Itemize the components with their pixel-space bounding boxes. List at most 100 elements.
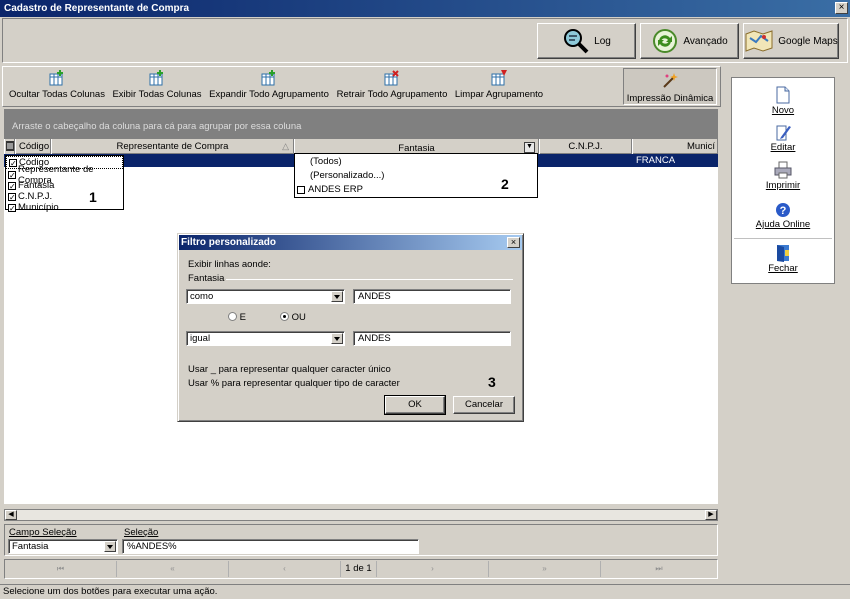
dialog-hint-underscore: Usar _ para representar qualquer caracte… [188, 364, 391, 375]
nav-prev-button[interactable]: ‹ [229, 561, 341, 577]
clear-grouping-icon [491, 70, 507, 86]
hide-columns-icon [49, 70, 63, 86]
chevron-down-icon[interactable] [331, 333, 343, 344]
help-icon: ? [776, 203, 790, 217]
dialog-hint-percent: Usar % para representar qualquer tipo de… [188, 378, 400, 389]
checkbox-unchecked-icon[interactable] [297, 185, 305, 194]
filter-option-label: ANDES ERP [308, 184, 363, 195]
advanced-label: Avançado [683, 35, 728, 47]
window-title: Cadastro de Representante de Compra [0, 0, 850, 17]
collapse-groups-icon [384, 70, 399, 86]
nav-prev-page-button[interactable]: « [117, 561, 229, 577]
online-help-label: Ajuda Online [755, 219, 811, 230]
sort-ascending-icon: △ [282, 141, 289, 151]
checkbox-checked-icon[interactable]: ✓ [8, 203, 16, 212]
show-all-columns-button[interactable]: Exibir Todas Colunas [112, 68, 202, 105]
horizontal-scrollbar[interactable] [4, 509, 718, 521]
show-columns-icon [149, 70, 163, 86]
collapse-all-groups-label: Retrair Todo Agrupamento [336, 89, 448, 100]
annotation-marker-2: 2 [501, 176, 509, 192]
radio-selected-icon[interactable] [280, 312, 289, 321]
checkbox-checked-icon[interactable]: ✓ [8, 170, 16, 179]
column-option-representante[interactable]: ✓ Representante de Compra [6, 164, 123, 186]
advanced-button[interactable]: Avançado [640, 23, 739, 59]
column-option-cnpj[interactable]: ✓ C.N.P.J. [6, 191, 123, 202]
dialog-close-button[interactable]: × [507, 237, 520, 248]
dialog-intro-label: Exibir linhas aonde: [188, 259, 271, 270]
column-header-fantasia[interactable]: Fantasia ▼ [294, 139, 539, 154]
expand-all-groups-label: Expandir Todo Agrupamento [209, 89, 329, 100]
value-1-input[interactable]: ANDES [353, 289, 511, 304]
print-button[interactable]: Imprimir [731, 161, 835, 191]
magic-wand-icon [663, 73, 678, 88]
dynamic-print-button[interactable]: Impressão Dinâmica [623, 68, 717, 105]
new-document-icon [776, 86, 790, 104]
selection-field-value: Fantasia [12, 541, 49, 552]
column-header-representante[interactable]: Representante de Compra △ [51, 139, 294, 154]
clear-grouping-button[interactable]: Limpar Agrupamento [454, 68, 544, 105]
operator-1-value: como [190, 291, 214, 302]
show-all-columns-label: Exibir Todas Colunas [112, 89, 202, 100]
nav-next-button[interactable]: › [377, 561, 489, 577]
online-help-button[interactable]: ? Ajuda Online [731, 202, 835, 230]
radio-ou[interactable]: OU [280, 312, 306, 323]
chevron-down-icon[interactable] [104, 541, 116, 552]
filter-dropdown-icon[interactable]: ▼ [524, 142, 535, 153]
window-close-button[interactable]: × [835, 2, 848, 14]
nav-first-button[interactable]: ⏮ [5, 561, 117, 577]
column-chooser-button[interactable] [4, 139, 15, 154]
scroll-left-arrow[interactable]: ◀ [5, 510, 17, 520]
operator-1-select[interactable]: como [186, 289, 345, 304]
dialog-title: Filtro personalizado [179, 235, 522, 250]
column-option-label: Município [18, 202, 59, 213]
filter-option-andes-erp[interactable]: ANDES ERP [297, 184, 363, 195]
magnifier-log-icon [564, 29, 589, 54]
log-label: Log [594, 35, 611, 47]
expand-all-groups-button[interactable]: Expandir Todo Agrupamento [208, 68, 330, 105]
radio-unselected-icon[interactable] [228, 312, 237, 321]
cancel-button[interactable]: Cancelar [453, 396, 515, 414]
operator-2-select[interactable]: igual [186, 331, 345, 346]
column-header-codigo[interactable]: Código [15, 139, 51, 154]
close-form-label: Fechar [768, 263, 798, 274]
radio-e[interactable]: E [228, 312, 246, 323]
value-2-input[interactable]: ANDES [353, 331, 511, 346]
selection-input[interactable]: %ANDES% [122, 539, 419, 554]
checkbox-checked-icon[interactable]: ✓ [9, 158, 17, 167]
collapse-all-groups-button[interactable]: Retrair Todo Agrupamento [336, 68, 448, 105]
annotation-marker-3: 3 [488, 374, 496, 390]
nav-last-button[interactable]: ⏭ [601, 561, 717, 577]
hide-all-columns-label: Ocultar Todas Colunas [9, 89, 105, 100]
column-header-cnpj[interactable]: C.N.P.J. [539, 139, 632, 154]
column-option-label: Fantasia [18, 180, 55, 191]
column-header-municipio[interactable]: Municí [632, 139, 718, 154]
checkbox-checked-icon[interactable]: ✓ [8, 192, 16, 201]
filter-option-custom[interactable]: (Personalizado...) [310, 170, 384, 181]
clear-grouping-label: Limpar Agrupamento [454, 89, 544, 100]
ok-button[interactable]: OK [384, 395, 446, 415]
radio-ou-label: OU [291, 312, 306, 323]
filter-option-all[interactable]: (Todos) [310, 156, 342, 167]
checkbox-checked-icon[interactable]: ✓ [8, 181, 16, 190]
close-form-button[interactable]: Fechar [731, 244, 835, 274]
column-chooser-popup: ✓ Código ✓ Representante de Compra ✓ Fantas… [5, 155, 124, 213]
refresh-globe-icon [653, 29, 678, 53]
column-option-municipio[interactable]: ✓ Município [6, 202, 123, 213]
google-maps-label: Google Maps [778, 35, 838, 47]
annotation-marker-1: 1 [89, 189, 97, 205]
selection-label: Seleção [124, 527, 159, 538]
svg-text:?: ? [780, 205, 787, 217]
scroll-right-arrow[interactable]: ▶ [705, 510, 717, 520]
google-maps-button[interactable]: Google Maps [743, 23, 839, 59]
hide-all-columns-button[interactable]: Ocultar Todas Colunas [8, 68, 106, 105]
new-button[interactable]: Novo [731, 86, 835, 116]
edit-button[interactable]: Editar [731, 123, 835, 153]
nav-next-page-button[interactable]: » [489, 561, 601, 577]
selection-field-select[interactable]: Fantasia [8, 539, 118, 554]
dialog-field-label: Fantasia [188, 273, 225, 284]
print-label: Imprimir [765, 180, 801, 191]
chevron-down-icon[interactable] [331, 291, 343, 302]
group-by-area[interactable]: Arraste o cabeçalho da coluna para cá pa… [4, 109, 718, 139]
log-button[interactable]: Log [537, 23, 636, 59]
selection-field-label: Campo Seleção [9, 527, 77, 538]
